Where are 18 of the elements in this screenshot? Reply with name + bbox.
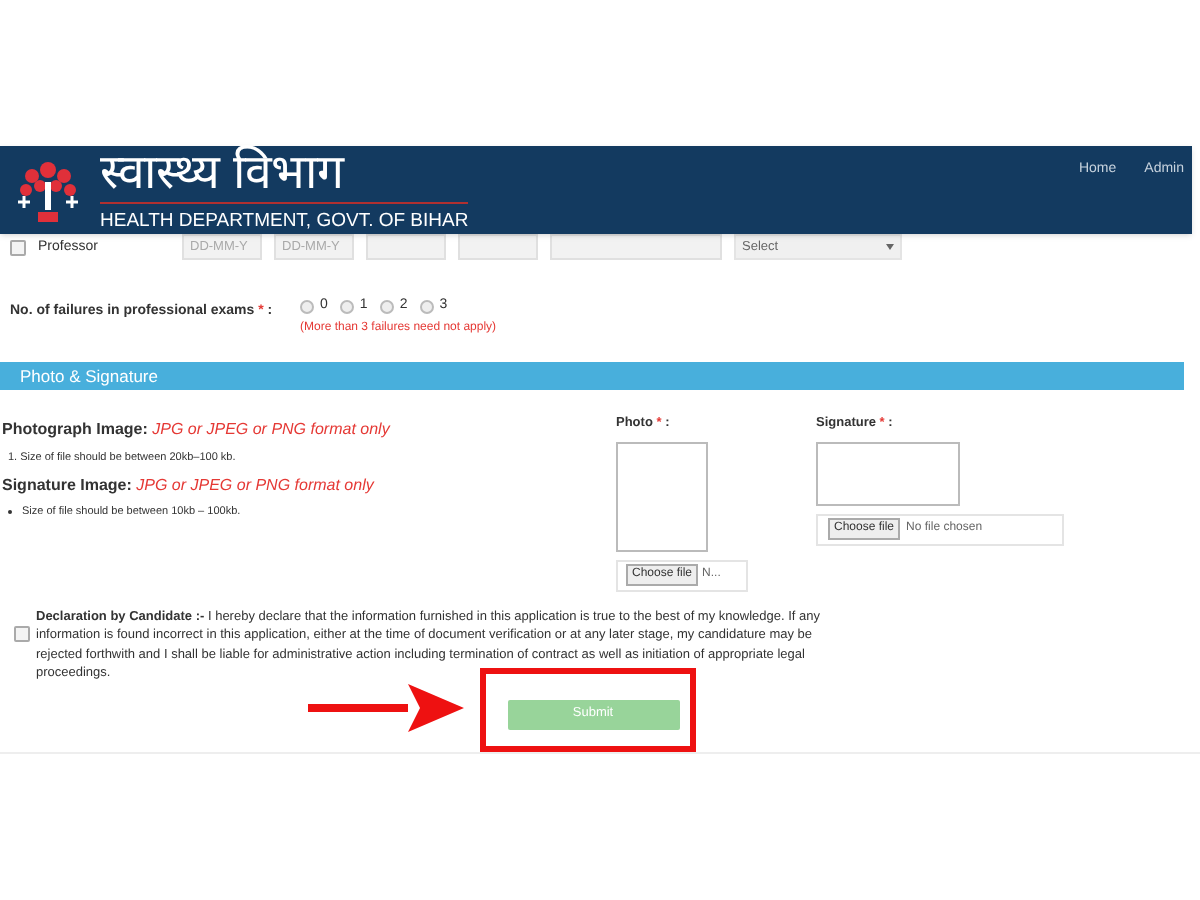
radio-button[interactable] (379, 299, 394, 314)
checkbox[interactable] (14, 625, 30, 642)
signature-format-heading: Signature Image: JPG or JPEG or PNG format only (2, 474, 377, 499)
input-field[interactable] (366, 234, 446, 260)
photo-preview (616, 441, 708, 552)
department-subtitle: HEALTH DEPARTMENT, GOVT. OF BIHAR (100, 208, 469, 236)
input-field[interactable] (458, 234, 538, 260)
department-title: स्वास्थ्य विभाग (100, 146, 469, 204)
caret-icon (886, 244, 894, 250)
radio-button[interactable] (339, 299, 354, 314)
signature-preview (816, 441, 960, 506)
arrow-icon (308, 680, 468, 736)
radio-button[interactable] (300, 299, 314, 314)
radio-button[interactable] (419, 299, 434, 314)
input-field[interactable] (550, 234, 722, 260)
section-header: Photo & Signature (0, 362, 1184, 390)
photo-format-heading: Photograph Image: JPG or JPEG or PNG format only (2, 418, 393, 442)
checkbox[interactable] (10, 240, 26, 257)
